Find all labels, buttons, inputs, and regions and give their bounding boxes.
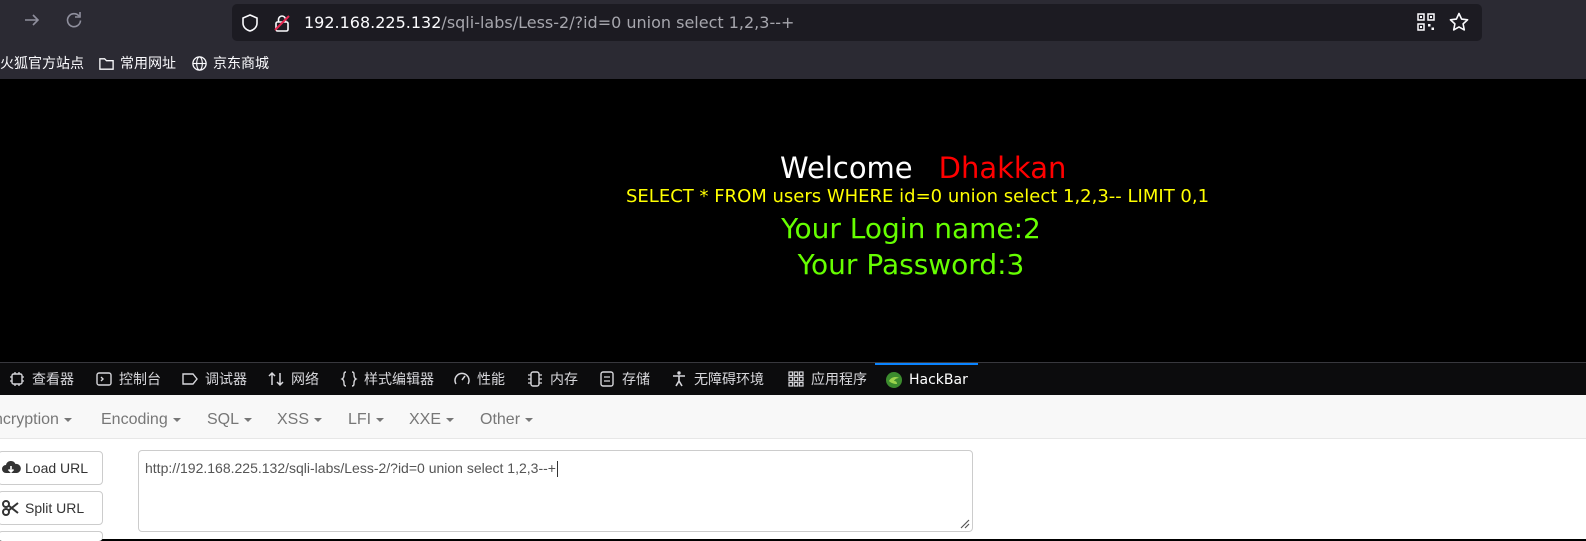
forward-button[interactable] xyxy=(20,10,44,34)
bookmark-jd[interactable]: 京东商城 xyxy=(191,53,269,73)
url-bar[interactable]: 192.168.225.132/sqli-labs/Less-2/?id=0 u… xyxy=(232,4,1482,41)
hackbar-menu: ncryption Encoding SQL XSS LFI XXE Other xyxy=(0,395,1586,439)
resize-grip-icon[interactable] xyxy=(958,517,970,529)
password-result: Your Password:3 xyxy=(797,248,1025,281)
bookmark-label: 常用网址 xyxy=(120,56,176,72)
style-editor-icon xyxy=(340,371,358,387)
tab-accessibility[interactable]: 无障碍环境 xyxy=(670,363,764,395)
caret-down-icon xyxy=(314,417,323,422)
tab-label: 调试器 xyxy=(205,372,247,388)
tab-label: 无障碍环境 xyxy=(694,372,764,388)
performance-icon xyxy=(454,372,470,385)
globe-icon xyxy=(192,55,207,71)
tab-label: HackBar xyxy=(909,372,968,388)
folder-icon xyxy=(99,57,114,70)
caret-down-icon xyxy=(376,417,385,422)
split-url-label: Split URL xyxy=(25,500,85,516)
tab-application[interactable]: 应用程序 xyxy=(787,363,867,395)
sql-query: SELECT * FROM users WHERE id=0 union sel… xyxy=(626,186,1210,207)
bookmark-star-icon[interactable] xyxy=(1448,11,1470,33)
application-icon xyxy=(788,371,804,387)
url-path: /sqli-labs/Less-2/?id=0 union select 1,2… xyxy=(441,13,795,32)
text-cursor xyxy=(556,461,558,478)
welcome-line: Welcome Dhakkan xyxy=(780,151,1066,185)
menu-label: Other xyxy=(480,411,521,428)
tab-style-editor[interactable]: 样式编辑器 xyxy=(340,363,434,395)
load-url-button[interactable]: Load URL xyxy=(0,451,103,485)
tab-label: 性能 xyxy=(477,372,505,388)
cloud-download-icon xyxy=(2,460,21,474)
tab-label: 应用程序 xyxy=(811,372,867,388)
menu-label: Encoding xyxy=(101,411,168,428)
login-name-result: Your Login name:2 xyxy=(781,212,1041,245)
bookmark-firefox-official[interactable]: 火狐官方站点 xyxy=(0,53,84,73)
devtools-tabbar: 查看器 控制台 调试器 网络 样式编辑器 性能 内存 存储 无障碍环境 应用程序… xyxy=(0,362,1586,395)
url-text[interactable]: 192.168.225.132/sqli-labs/Less-2/?id=0 u… xyxy=(304,13,794,32)
console-icon xyxy=(96,372,112,386)
menu-label: XSS xyxy=(277,411,310,428)
scissors-icon xyxy=(2,500,19,516)
tab-debugger[interactable]: 调试器 xyxy=(181,363,247,395)
tab-performance[interactable]: 性能 xyxy=(453,363,505,395)
menu-label: SQL xyxy=(207,411,240,428)
debugger-icon xyxy=(182,373,198,385)
insecure-lock-icon[interactable] xyxy=(272,13,292,33)
menu-other[interactable]: Other xyxy=(480,411,534,429)
menu-sql[interactable]: SQL xyxy=(207,411,253,429)
tab-label: 查看器 xyxy=(32,372,74,388)
tab-hackbar[interactable]: HackBar xyxy=(875,363,978,395)
tab-console[interactable]: 控制台 xyxy=(95,363,161,395)
caret-down-icon xyxy=(446,417,455,422)
split-url-button[interactable]: Split URL xyxy=(0,491,103,525)
reload-button[interactable] xyxy=(62,10,86,34)
bookmarks-bar: 火狐官方站点 常用网址 京东商城 xyxy=(0,44,1586,79)
tab-label: 控制台 xyxy=(119,372,161,388)
load-url-label: Load URL xyxy=(25,460,89,476)
hackbar-panel: ncryption Encoding SQL XSS LFI XXE Other… xyxy=(0,395,1586,541)
tab-label: 样式编辑器 xyxy=(364,372,434,388)
accessibility-icon xyxy=(673,371,685,387)
url-host: 192.168.225.132 xyxy=(304,13,442,32)
caret-down-icon xyxy=(172,417,181,422)
tab-memory[interactable]: 内存 xyxy=(526,363,578,395)
url-textarea-value: http://192.168.225.132/sqli-labs/Less-2/… xyxy=(145,460,556,476)
url-textarea[interactable]: http://192.168.225.132/sqli-labs/Less-2/… xyxy=(138,450,973,532)
user-name: Dhakkan xyxy=(938,151,1067,185)
tab-label: 内存 xyxy=(550,372,578,388)
menu-label: XXE xyxy=(409,411,442,428)
caret-down-icon xyxy=(244,417,253,422)
menu-lfi[interactable]: LFI xyxy=(348,411,385,429)
menu-label: LFI xyxy=(348,411,372,428)
caret-down-icon xyxy=(525,417,534,422)
memory-icon xyxy=(528,371,542,387)
tab-network[interactable]: 网络 xyxy=(267,363,319,395)
shield-icon[interactable] xyxy=(240,13,260,33)
menu-encryption[interactable]: ncryption xyxy=(0,411,72,429)
page-content: Welcome Dhakkan SELECT * FROM users WHERE… xyxy=(0,79,1586,362)
network-icon xyxy=(268,371,284,387)
tab-storage[interactable]: 存储 xyxy=(598,363,650,395)
caret-down-icon xyxy=(63,417,72,422)
menu-label: ncryption xyxy=(0,411,59,428)
tab-inspector[interactable]: 查看器 xyxy=(8,363,74,395)
inspector-icon xyxy=(10,372,24,386)
storage-icon xyxy=(600,371,614,387)
tab-label: 存储 xyxy=(622,372,650,388)
menu-xxe[interactable]: XXE xyxy=(409,411,455,429)
qr-code-icon[interactable] xyxy=(1416,12,1436,32)
menu-xss[interactable]: XSS xyxy=(277,411,323,429)
arrow-right-icon xyxy=(25,14,40,26)
hackbar-icon xyxy=(886,372,902,388)
tab-label: 网络 xyxy=(291,372,319,388)
bookmark-folder-common[interactable]: 常用网址 xyxy=(98,53,176,73)
bookmark-label: 火狐官方站点 xyxy=(0,56,84,72)
bookmark-label: 京东商城 xyxy=(213,56,269,72)
browser-toolbar: 192.168.225.132/sqli-labs/Less-2/?id=0 u… xyxy=(0,0,1586,44)
reload-icon xyxy=(66,12,82,28)
welcome-text: Welcome xyxy=(780,151,913,185)
menu-encoding[interactable]: Encoding xyxy=(101,411,181,429)
next-button-partial[interactable] xyxy=(0,531,103,541)
